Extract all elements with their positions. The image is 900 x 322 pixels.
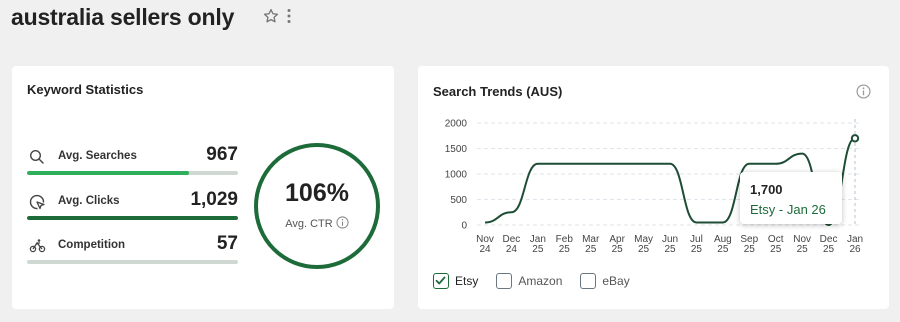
search-trends-chart[interactable]: 0 500 1000 1500 2000 Nov 24 Dec 24 Jan 25 Feb 25 Mar… <box>418 66 889 271</box>
page-title: australia sellers only <box>11 4 235 30</box>
x-tick-label: Jan 25 <box>530 234 546 255</box>
progress-bar <box>27 216 238 220</box>
ctr-label-row: Avg. CTR <box>258 216 376 230</box>
y-tick-label: 2000 <box>445 119 468 130</box>
x-tick-label: Dec 24 <box>503 234 521 255</box>
more-vertical-icon[interactable] <box>286 8 292 24</box>
y-tick-label: 500 <box>450 195 467 206</box>
chart-legend: Etsy Amazon eBay <box>433 273 648 289</box>
title-actions <box>262 7 292 25</box>
x-tick-label: Nov 24 <box>476 234 494 255</box>
ctr-label: Avg. CTR <box>285 218 333 230</box>
y-tick-label: 0 <box>461 221 467 232</box>
x-tick-label: Feb 25 <box>556 234 574 255</box>
competition-icon <box>29 238 47 259</box>
legend-item-ebay[interactable]: eBay <box>580 273 630 289</box>
stat-label: Avg. Searches <box>58 150 137 162</box>
legend-label: Amazon <box>518 274 563 288</box>
x-tick-label: Mar 25 <box>582 234 600 255</box>
stat-label: Avg. Clicks <box>58 195 120 207</box>
click-icon <box>29 194 47 217</box>
legend-label: eBay <box>602 274 630 288</box>
avg-ctr-gauge: 106% Avg. CTR <box>254 143 380 269</box>
x-tick-label: Jul 25 <box>690 234 703 255</box>
x-tick-label: Jun 25 <box>662 234 678 255</box>
checkbox[interactable] <box>580 273 597 289</box>
x-tick-label: Oct 25 <box>768 234 784 255</box>
x-tick-label: Jan 26 <box>847 234 863 255</box>
chart-tooltip: 1,700 Etsy - Jan 26 <box>740 172 842 224</box>
x-tick-label: Nov 25 <box>793 234 811 255</box>
info-icon[interactable] <box>336 216 349 229</box>
progress-bar-fill <box>27 216 238 220</box>
tooltip-value: 1,700 <box>750 182 783 197</box>
progress-bar-fill <box>27 171 190 175</box>
x-tick-label: May 25 <box>634 234 653 255</box>
highlight-point <box>850 134 860 143</box>
stat-value: 967 <box>206 144 238 165</box>
stat-value: 1,029 <box>190 189 238 210</box>
y-tick-label: 1500 <box>445 144 468 155</box>
stat-competition: Competition 57 <box>27 233 238 264</box>
stat-value: 57 <box>216 233 238 254</box>
tooltip-series: Etsy - Jan 26 <box>750 202 826 217</box>
x-tick-label: Sep 25 <box>740 234 758 255</box>
x-tick-label: Dec 25 <box>820 234 838 255</box>
check-icon <box>435 276 446 285</box>
star-icon[interactable] <box>262 7 280 25</box>
checkbox-checked[interactable] <box>433 273 449 289</box>
ctr-value: 106% <box>285 179 349 207</box>
x-tick-label: Apr 25 <box>609 234 625 255</box>
legend-item-etsy[interactable]: Etsy <box>433 273 478 289</box>
legend-label: Etsy <box>455 274 479 288</box>
search-icon <box>29 149 45 170</box>
stat-label: Competition <box>58 239 126 251</box>
y-tick-label: 1000 <box>445 170 468 181</box>
x-tick-label: Aug 25 <box>714 234 732 255</box>
stat-avg-clicks: Avg. Clicks 1,029 <box>27 189 238 220</box>
keyword-statistics-card: Keyword Statistics Avg. Searches 967 Avg… <box>12 66 394 309</box>
legend-item-amazon[interactable]: Amazon <box>496 273 562 289</box>
progress-bar <box>27 260 238 264</box>
card-title: Keyword Statistics <box>27 82 144 97</box>
stat-avg-searches: Avg. Searches 967 <box>27 144 238 175</box>
checkbox[interactable] <box>496 273 513 289</box>
progress-bar <box>27 171 238 175</box>
search-trends-card: Search Trends (AUS) 0 500 1000 1500 2000 Nov… <box>418 66 889 309</box>
